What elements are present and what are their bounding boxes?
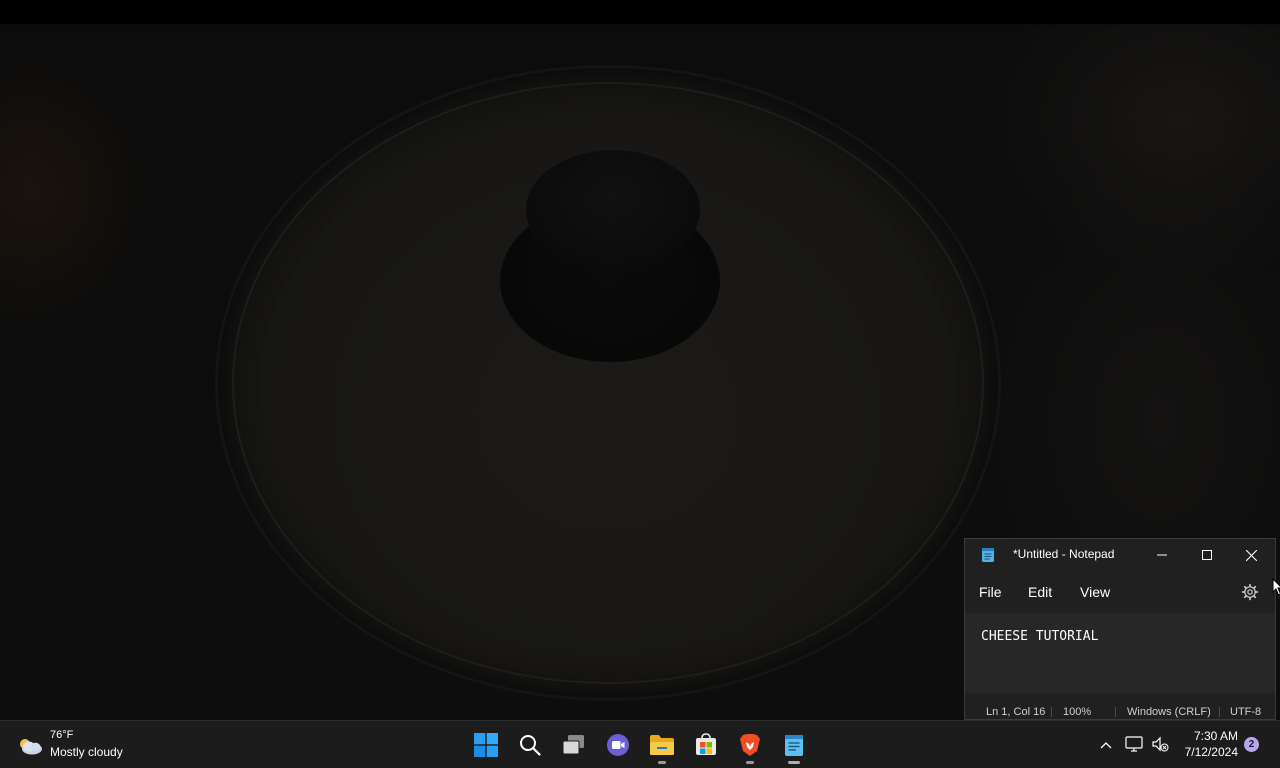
brave-lion-icon [740,734,760,756]
notepad-window[interactable]: *Untitled - Notepad File Edit View CHEES… [964,538,1276,720]
task-view-icon [562,735,584,755]
windows-logo-icon [474,733,498,757]
brave-browser-button[interactable] [730,725,770,765]
editor-text: CHEESE TUTORIAL [981,629,1099,644]
encoding: UTF-8 [1230,706,1262,718]
folder-icon [650,735,674,755]
text-editor-area[interactable]: CHEESE TUTORIAL [965,613,1275,693]
notification-badge[interactable]: 2 [1244,737,1259,752]
running-indicator [788,761,800,764]
clock-date[interactable]: 7/12/2024 [1176,745,1238,759]
network-display-icon[interactable] [1125,735,1143,753]
show-hidden-icons-chevron-up-icon[interactable] [1098,737,1114,753]
maximize-button[interactable] [1184,539,1229,571]
menu-view[interactable]: View [1080,584,1110,600]
file-explorer-button[interactable] [642,725,682,765]
status-divider [1051,707,1052,717]
menu-edit[interactable]: Edit [1028,584,1052,600]
cursor-position: Ln 1, Col 16 [986,706,1046,718]
zoom-level: 100% [1063,706,1092,718]
microsoft-store-button[interactable] [686,725,726,765]
notepad-icon [785,735,803,756]
meet-button[interactable] [598,725,638,765]
video-call-icon [607,734,629,756]
notepad-app-icon [982,548,994,562]
status-divider [1115,707,1116,717]
close-button[interactable] [1229,539,1274,571]
store-icon [696,733,716,755]
wallpaper-lid-knob [526,150,700,270]
running-indicator [658,761,666,764]
search-button[interactable] [510,725,550,765]
notepad-taskbar-button[interactable] [774,725,814,765]
menu-bar: File Edit View [965,575,1275,609]
task-view-button[interactable] [554,725,594,765]
minimize-icon [1156,554,1167,556]
line-ending: Windows (CRLF) [1127,706,1211,718]
mouse-pointer-icon [1272,578,1280,596]
search-icon [520,735,541,756]
running-indicator [746,761,754,764]
close-icon [1246,549,1257,561]
taskbar: 76°F Mostly cloudy 7:30 AM 7/12/2024 2 [0,720,1280,768]
status-divider [1219,707,1220,717]
clock-time[interactable]: 7:30 AM [1186,729,1238,743]
weather-condition: Mostly cloudy [50,745,123,759]
start-button[interactable] [466,725,506,765]
window-title: *Untitled - Notepad [1013,547,1115,561]
wallpaper-top-strip [0,0,1280,24]
weather-temperature: 76°F [50,729,74,741]
status-bar: Ln 1, Col 16 100% Windows (CRLF) UTF-8 [965,703,1275,719]
menu-file[interactable]: File [979,584,1002,600]
partly-cloudy-icon [20,739,42,755]
title-bar[interactable]: *Untitled - Notepad [965,539,1275,571]
settings-gear-icon[interactable] [1241,583,1259,601]
weather-widget[interactable]: 76°F Mostly cloudy [16,728,156,762]
speaker-muted-icon[interactable] [1151,735,1169,753]
minimize-button[interactable] [1139,539,1184,571]
maximize-icon [1201,550,1212,560]
